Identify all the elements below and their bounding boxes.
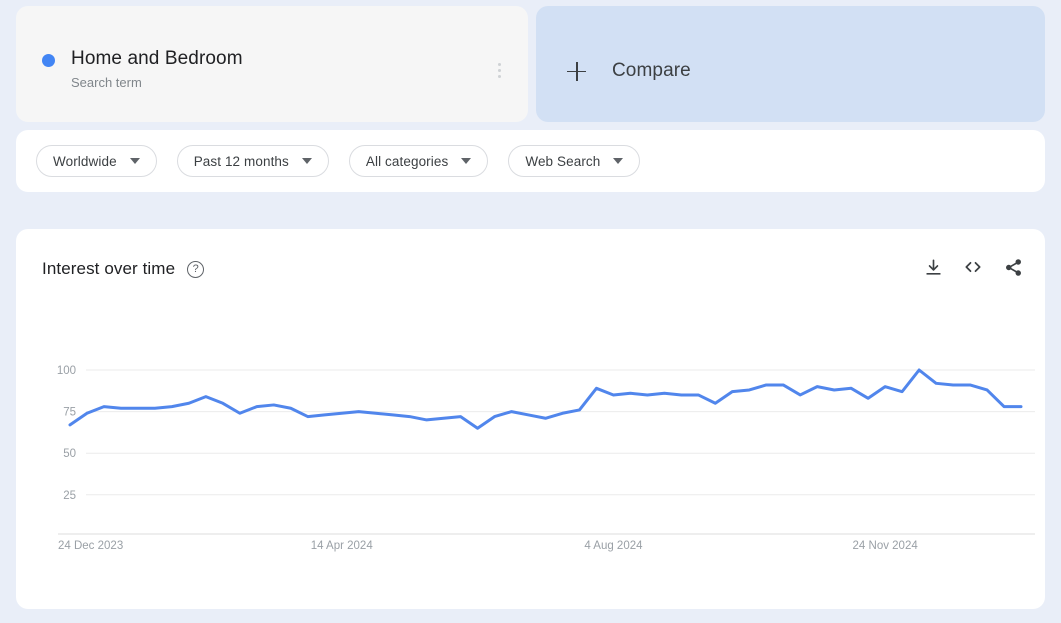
filter-category-dropdown[interactable]: All categories xyxy=(348,145,489,177)
google-trends-page: Home and Bedroom Search term Compare Wor… xyxy=(0,0,1061,623)
filter-time-dropdown[interactable]: Past 12 months xyxy=(176,145,329,177)
y-axis-tick-label: 25 xyxy=(63,490,76,502)
chevron-down-icon xyxy=(129,158,140,164)
y-axis-tick-label: 100 xyxy=(57,365,76,377)
x-axis-tick-label: 14 Apr 2024 xyxy=(311,540,374,552)
search-term-texts: Home and Bedroom Search term xyxy=(71,47,243,92)
search-term-subtitle: Search term xyxy=(71,75,142,90)
interest-over-time-card: Interest over time ? 25 50 75 100 24 Dec… xyxy=(16,229,1045,609)
x-axis-tick-label: 4 Aug 2024 xyxy=(584,540,643,552)
compare-card[interactable]: Compare xyxy=(535,6,1045,122)
plus-icon xyxy=(566,61,586,81)
kebab-menu-icon[interactable] xyxy=(490,58,510,82)
compare-label: Compare xyxy=(611,60,691,81)
filter-location-dropdown[interactable]: Worldwide xyxy=(36,145,157,177)
filter-search-type-dropdown[interactable]: Web Search xyxy=(508,145,641,177)
compare-content: Compare xyxy=(566,60,691,82)
filter-location-label: Worldwide xyxy=(53,153,117,169)
filter-category-label: All categories xyxy=(365,153,449,169)
search-term-card[interactable]: Home and Bedroom Search term xyxy=(16,6,528,122)
chevron-down-icon xyxy=(301,158,312,164)
series-color-dot xyxy=(42,54,55,67)
chevron-down-icon xyxy=(613,158,624,164)
interest-over-time-chart[interactable]: 25 50 75 100 24 Dec 2023 14 Apr 2024 4 Aug 202… xyxy=(16,229,1045,609)
chevron-down-icon xyxy=(461,158,472,164)
series-line xyxy=(68,368,1023,430)
filter-bar: Worldwide Past 12 months All categories … xyxy=(16,130,1045,192)
filter-search-type-label: Web Search xyxy=(525,153,601,169)
y-axis-tick-label: 50 xyxy=(63,448,76,460)
filter-time-label: Past 12 months xyxy=(193,153,289,169)
y-axis-tick-label: 75 xyxy=(63,407,76,419)
x-axis-tick-label: 24 Dec 2023 xyxy=(58,540,123,552)
search-term-content: Home and Bedroom Search term xyxy=(42,47,243,92)
x-axis-tick-label: 24 Nov 2024 xyxy=(853,540,919,552)
search-term-title: Home and Bedroom xyxy=(71,48,243,69)
search-terms-row: Home and Bedroom Search term Compare xyxy=(0,0,1061,122)
